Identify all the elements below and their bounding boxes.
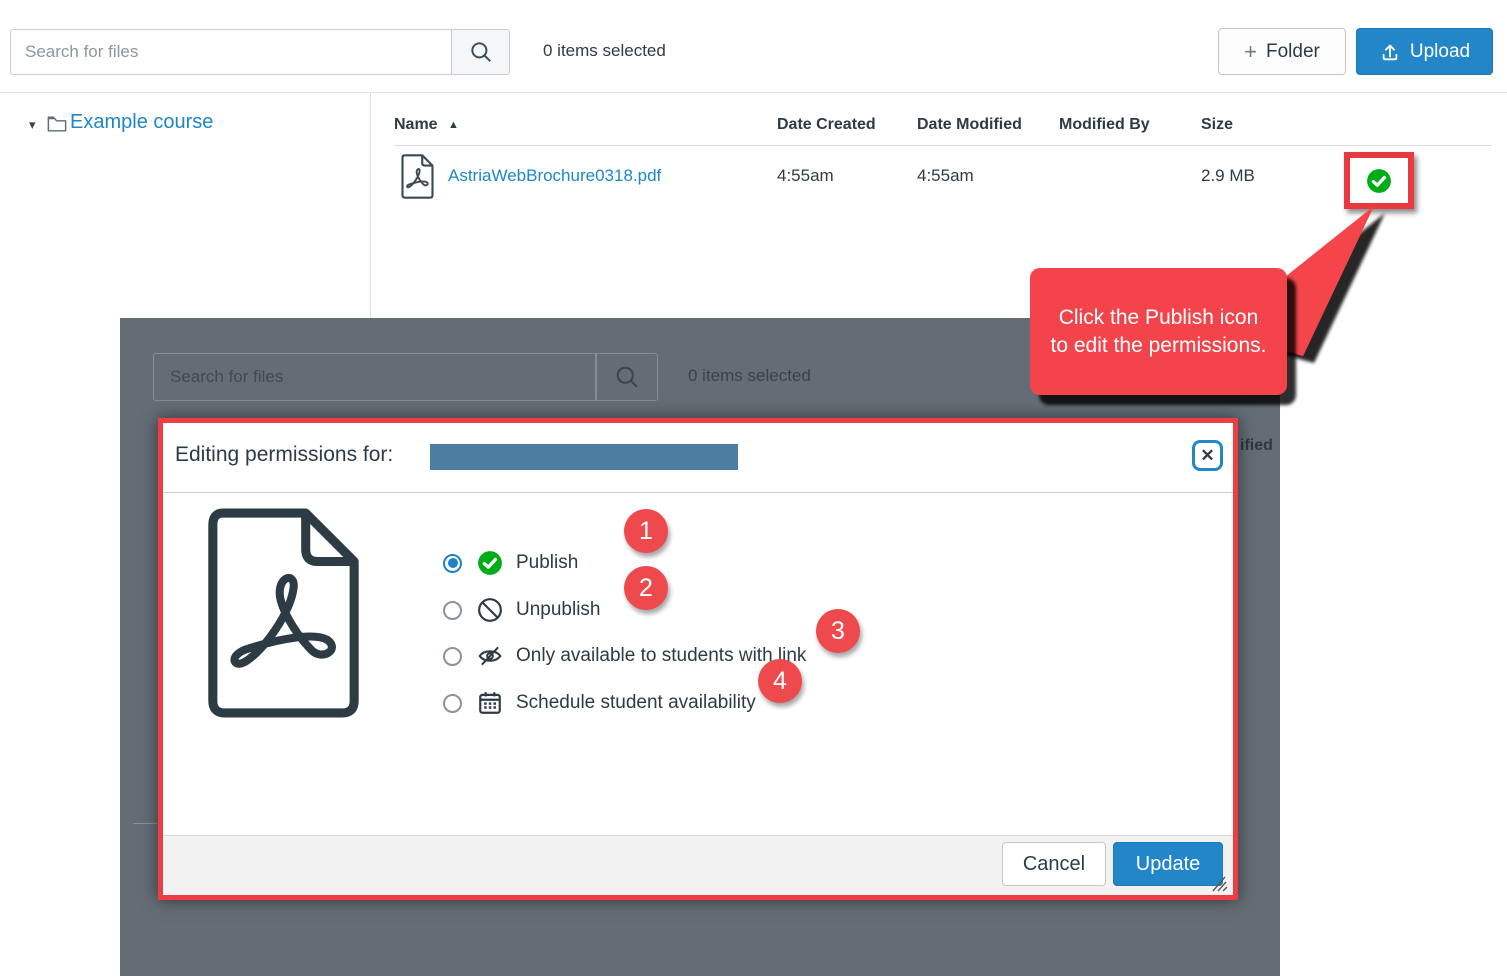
redacted-filename-bar (430, 444, 738, 470)
radio-option-schedule[interactable]: Schedule student availability (443, 681, 756, 725)
published-icon[interactable] (1366, 168, 1392, 194)
search-icon (616, 366, 638, 388)
pdf-file-icon (401, 154, 434, 199)
annotation-step-badge: 2 (624, 566, 668, 610)
file-size: 2.9 MB (1201, 166, 1255, 185)
dimmed-divider (133, 823, 159, 824)
search-input[interactable] (10, 29, 451, 75)
folder-icon (47, 116, 67, 132)
add-folder-button[interactable]: + Folder (1218, 28, 1346, 75)
dialog-header-divider (163, 492, 1233, 493)
sidebar-divider (370, 93, 371, 318)
radio-option-link-only[interactable]: Only available to students with link (443, 634, 806, 678)
radio-button[interactable] (443, 646, 462, 666)
sidebar-item-example-course[interactable]: Example course (70, 111, 213, 134)
option-label: Publish (516, 552, 579, 573)
update-button[interactable]: Update (1113, 842, 1223, 886)
annotation-step-badge: 4 (758, 659, 802, 703)
radio-option-unpublish[interactable]: Unpublish (443, 588, 601, 632)
radio-button-selected[interactable] (443, 553, 462, 573)
unpublish-ban-icon (477, 597, 503, 623)
search-button[interactable] (451, 29, 510, 75)
annotation-callout: Click the Publish icon to edit the permi… (1030, 268, 1287, 395)
plus-icon: + (1244, 38, 1257, 64)
search-icon (470, 42, 491, 62)
callout-text: Click the Publish icon to edit the permi… (1050, 306, 1267, 357)
column-header-size[interactable]: Size (1201, 116, 1233, 134)
column-name-label: Name (394, 116, 438, 133)
column-header-modified-by[interactable]: Modified By (1059, 116, 1150, 134)
table-header-divider (394, 145, 1492, 146)
toolbar-divider (0, 92, 1507, 93)
upload-icon (1382, 44, 1398, 60)
radio-button[interactable] (443, 600, 462, 620)
radio-option-publish[interactable]: Publish (443, 541, 578, 585)
annotation-step-badge: 1 (624, 509, 668, 553)
pdf-preview-icon (208, 508, 359, 718)
annotation-step-badge: 3 (816, 609, 860, 653)
dimmed-header-fragment: ified (1240, 437, 1273, 454)
close-button[interactable]: ✕ (1192, 440, 1223, 471)
upload-label: Upload (1409, 40, 1471, 62)
column-header-date-modified[interactable]: Date Modified (917, 116, 1022, 134)
file-date-created: 4:55am (777, 166, 834, 185)
caret-down-icon[interactable]: ▾ (29, 117, 36, 133)
radio-button[interactable] (443, 693, 462, 713)
dialog-footer: Cancel Update (163, 835, 1233, 895)
option-label: Only available to students with link (516, 645, 807, 666)
option-label: Schedule student availability (516, 692, 756, 713)
option-label: Unpublish (516, 599, 601, 620)
dimmed-search-button (596, 353, 658, 401)
file-link[interactable]: AstriaWebBrochure0318.pdf (448, 166, 661, 186)
items-selected-count: 0 items selected (543, 41, 666, 60)
calendar-icon (477, 690, 503, 716)
column-header-name[interactable]: Name ▲ (394, 116, 459, 134)
file-date-modified: 4:55am (917, 166, 974, 185)
add-folder-label: Folder (1266, 40, 1320, 62)
resize-handle[interactable] (1209, 875, 1229, 893)
dimmed-search-input: Search for files (153, 353, 596, 401)
eye-off-icon (477, 643, 503, 669)
edit-permissions-dialog: Editing permissions for: ✕ Publish 1 Unp… (158, 418, 1238, 900)
close-icon: ✕ (1200, 446, 1215, 465)
publish-check-icon (477, 550, 503, 576)
files-page: 0 items selected + Folder Upload ▾ Examp… (0, 0, 1507, 976)
cancel-button[interactable]: Cancel (1002, 842, 1106, 886)
sort-asc-icon: ▲ (448, 119, 459, 131)
upload-button[interactable]: Upload (1356, 28, 1493, 75)
dialog-title: Editing permissions for: (175, 443, 394, 466)
dimmed-items-selected: 0 items selected (688, 366, 811, 385)
column-header-date-created[interactable]: Date Created (777, 116, 876, 134)
